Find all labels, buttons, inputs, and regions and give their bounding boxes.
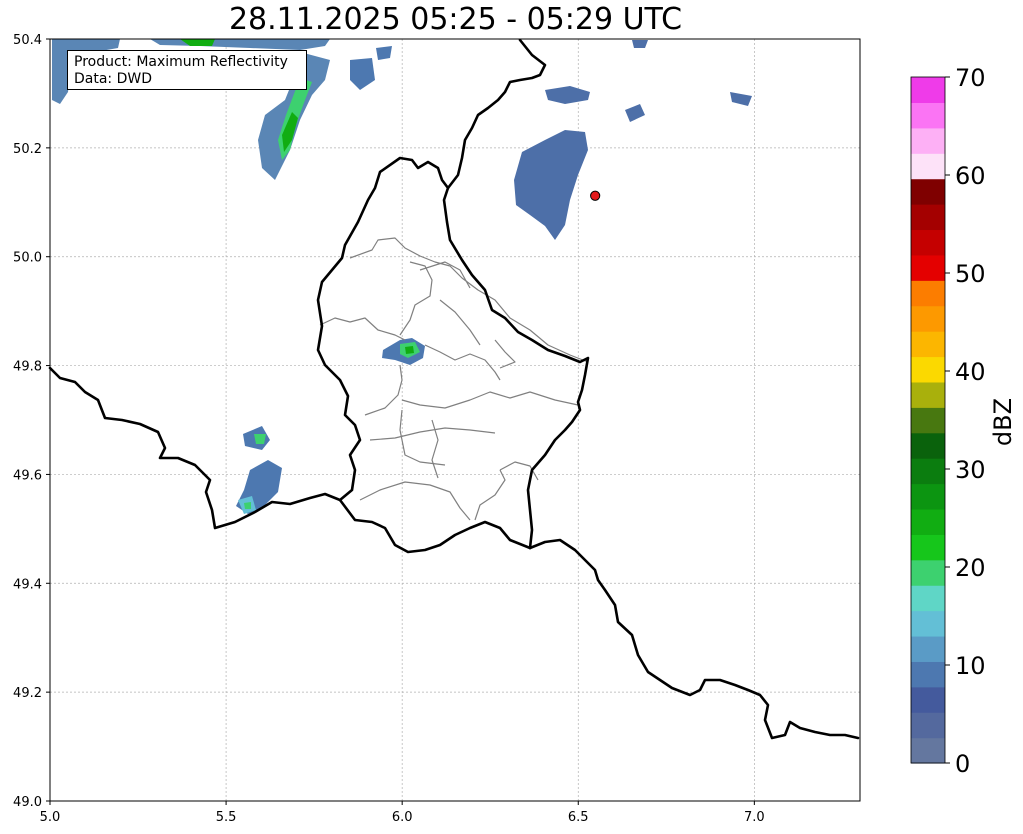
y-tick-label: 49.6 — [13, 468, 42, 483]
colorbar-segment — [911, 331, 945, 358]
colorbar-segment — [911, 432, 945, 459]
longitude-ticks: 5.0 5.5 6.0 6.5 7.0 — [40, 801, 765, 825]
colorbar-segment — [911, 559, 945, 586]
colorbar-label: dBZ — [989, 398, 1017, 446]
colorbar-segment — [911, 77, 945, 104]
echo-cell-central-core2 — [405, 346, 414, 354]
colorbar-tick-label: 40 — [955, 358, 986, 386]
colorbar-segment — [911, 686, 945, 713]
colorbar-ticks: 0 10 20 30 40 50 60 70 — [945, 64, 986, 778]
colorbar-segment — [911, 178, 945, 205]
y-tick-label: 49.2 — [13, 686, 42, 701]
colorbar-segment — [911, 229, 945, 256]
echo-cell-southwest-1-core — [254, 434, 266, 444]
product-line: Product: Maximum Reflectivity — [74, 54, 288, 70]
colorbar-segment — [911, 102, 945, 129]
echo-cell-southwest-2-core2 — [244, 502, 251, 509]
colorbar-tick-label: 10 — [955, 652, 986, 680]
data-source-line: Data: DWD — [74, 71, 152, 87]
colorbar-segment — [911, 534, 945, 561]
x-tick-label: 7.0 — [744, 810, 765, 825]
colorbar-tick-label: 50 — [955, 260, 986, 288]
colorbar-segment — [911, 127, 945, 154]
y-tick-label: 49.8 — [13, 360, 42, 375]
colorbar-segment — [911, 635, 945, 662]
colorbar-segment — [911, 712, 945, 739]
colorbar-segment — [911, 610, 945, 637]
colorbar-segment — [911, 153, 945, 180]
colorbar-segment — [911, 381, 945, 408]
colorbar-segment — [911, 508, 945, 535]
y-tick-label: 49.0 — [13, 795, 42, 810]
colorbar-tick-label: 0 — [955, 750, 970, 778]
colorbar — [910, 76, 946, 764]
colorbar-tick-label: 70 — [955, 64, 986, 92]
colorbar-segment — [911, 280, 945, 307]
x-tick-label: 5.5 — [216, 810, 237, 825]
y-tick-label: 49.4 — [13, 577, 42, 592]
colorbar-segment — [911, 585, 945, 612]
colorbar-segment — [911, 356, 945, 383]
colorbar-segment — [911, 483, 945, 510]
colorbar-segment — [911, 661, 945, 688]
radar-map-figure: 5.0 5.5 6.0 6.5 7.0 49.0 49.2 49.4 49.6 49.8 50.0… — [13, 33, 1017, 825]
y-tick-label: 50.0 — [13, 251, 42, 266]
colorbar-tick-label: 30 — [955, 456, 986, 484]
location-marker — [590, 190, 601, 201]
x-tick-label: 6.5 — [568, 810, 589, 825]
colorbar-segment — [911, 458, 945, 485]
colorbar-segment — [911, 254, 945, 281]
x-tick-label: 6.0 — [392, 810, 413, 825]
colorbar-tick-label: 60 — [955, 162, 986, 190]
product-info-box: Product: Maximum Reflectivity Data: DWD — [67, 50, 307, 90]
colorbar-segment — [911, 407, 945, 434]
colorbar-segment — [911, 305, 945, 332]
echo-small-2 — [376, 46, 392, 60]
latitude-ticks: 49.0 49.2 49.4 49.6 49.8 50.0 50.2 50.4 — [13, 33, 50, 810]
y-tick-label: 50.2 — [13, 142, 42, 157]
colorbar-segment — [911, 204, 945, 231]
y-tick-label: 50.4 — [13, 33, 42, 48]
colorbar-segment — [911, 737, 945, 764]
x-tick-label: 5.0 — [40, 810, 61, 825]
colorbar-tick-label: 20 — [955, 554, 986, 582]
